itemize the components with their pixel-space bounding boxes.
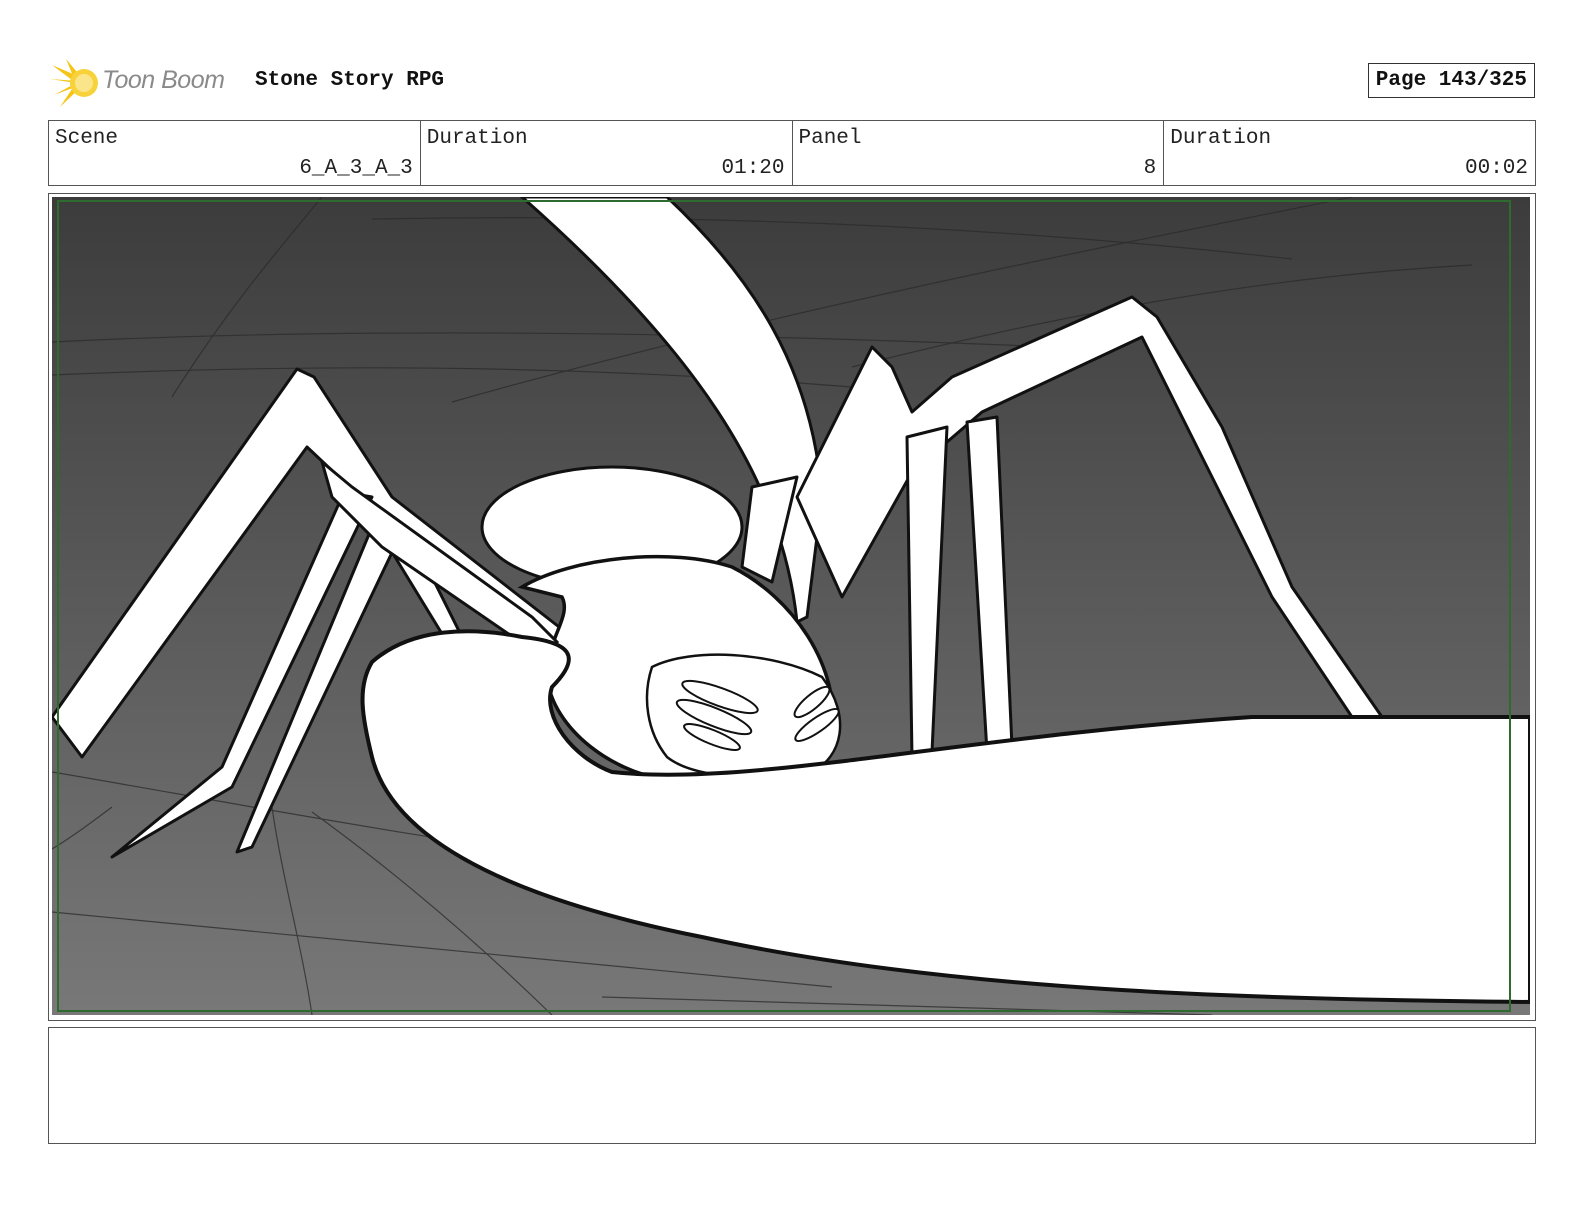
panel-notes (48, 1027, 1536, 1144)
storyboard-header: Toon Boom Stone Story RPG Page 143/325 (50, 55, 1535, 110)
spider-sketch-illustration (52, 197, 1530, 1015)
toon-boom-logo: Toon Boom (50, 55, 240, 110)
sequence-duration-label: Duration (426, 127, 528, 150)
panel-cell: Panel 8 (793, 121, 1165, 185)
sequence-duration-value: 01:20 (721, 157, 785, 180)
starburst-icon (50, 59, 98, 107)
panel-label: Panel (798, 127, 862, 150)
panel-value: 8 (1143, 157, 1157, 180)
scene-value: 6_A_3_A_3 (299, 157, 413, 180)
scene-label: Scene (55, 127, 119, 150)
scene-cell: Scene 6_A_3_A_3 (49, 121, 421, 185)
page-indicator: Page 143/325 (1367, 63, 1535, 98)
logo-text: Toon Boom (102, 66, 225, 94)
sequence-duration-cell: Duration 01:20 (421, 121, 793, 185)
panel-info-table: Scene 6_A_3_A_3 Duration 01:20 Panel 8 D… (48, 120, 1536, 186)
spider-face (645, 653, 842, 779)
panel-duration-value: 00:02 (1464, 157, 1528, 180)
panel-duration-cell: Duration 00:02 (1164, 121, 1535, 185)
panel-drawing (52, 197, 1530, 1015)
panel-duration-label: Duration (1170, 127, 1272, 150)
project-title: Stone Story RPG (255, 69, 445, 92)
panel-frame (48, 193, 1536, 1021)
